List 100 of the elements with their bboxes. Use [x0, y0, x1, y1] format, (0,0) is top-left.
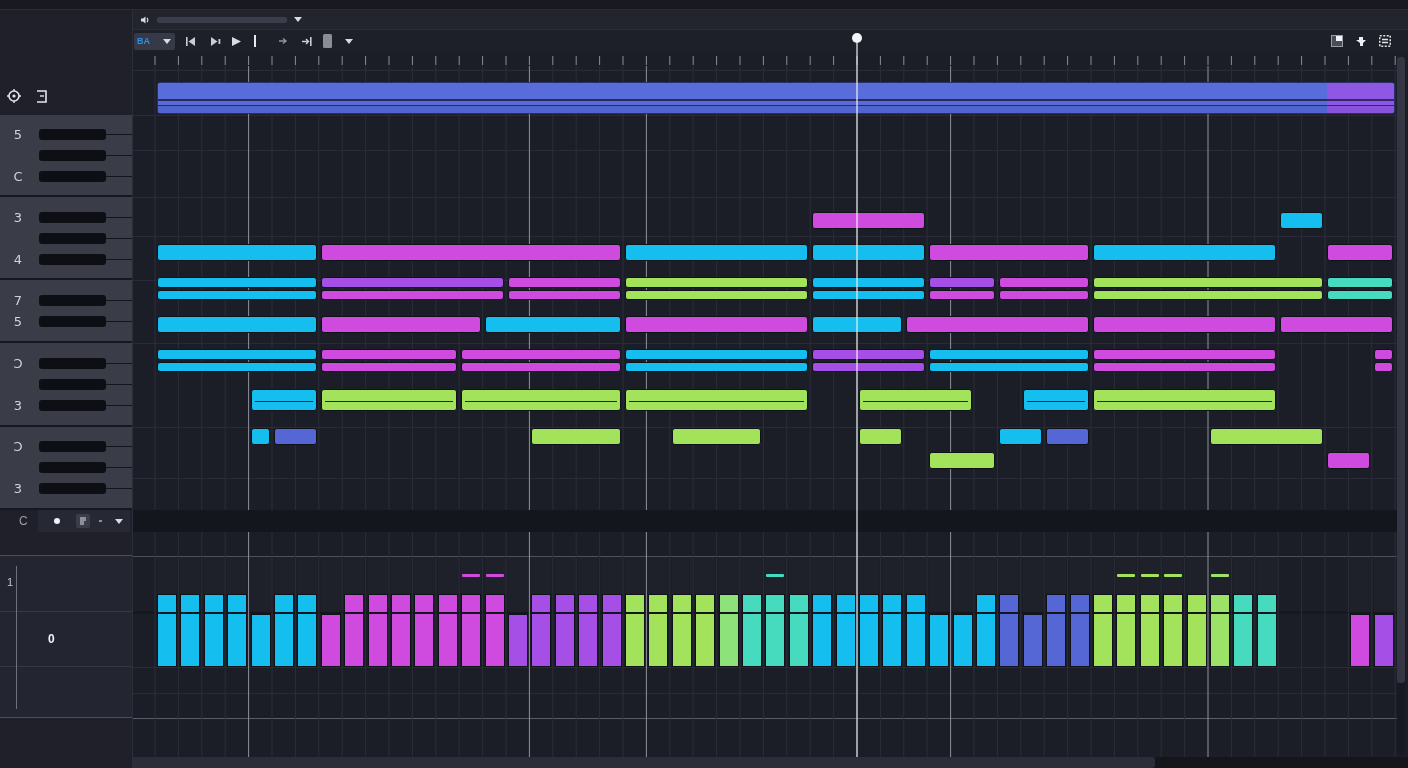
midi-note[interactable] — [157, 349, 317, 360]
midi-note[interactable] — [1093, 389, 1277, 411]
velocity-bar[interactable] — [484, 594, 505, 667]
velocity-bar[interactable] — [344, 594, 365, 667]
caret-icon[interactable] — [294, 17, 302, 22]
step-forward-icon[interactable] — [211, 36, 221, 46]
midi-note[interactable] — [508, 290, 621, 300]
midi-note[interactable] — [625, 316, 809, 333]
velocity-bar[interactable] — [1139, 594, 1160, 667]
midi-note[interactable] — [508, 277, 621, 288]
velocity-bar[interactable] — [625, 594, 645, 667]
velocity-bar[interactable] — [274, 594, 294, 667]
midi-note[interactable] — [812, 316, 902, 333]
midi-note[interactable] — [157, 316, 317, 333]
speaker-icon[interactable] — [140, 14, 150, 25]
midi-note[interactable] — [999, 428, 1043, 445]
velocity-bar[interactable] — [157, 594, 177, 667]
velocity-bar[interactable] — [788, 594, 809, 667]
timeline-ruler[interactable] — [154, 56, 1397, 65]
midi-note[interactable] — [320, 244, 621, 261]
midi-note[interactable] — [1280, 316, 1394, 333]
midi-note[interactable] — [157, 362, 317, 372]
midi-note[interactable] — [157, 244, 317, 261]
midi-note[interactable] — [671, 428, 762, 445]
midi-note[interactable] — [461, 362, 621, 372]
midi-note[interactable] — [157, 277, 317, 288]
velocity-bar[interactable] — [227, 594, 248, 667]
caret-icon[interactable] — [163, 38, 171, 44]
midi-note[interactable] — [250, 389, 317, 411]
velocity-bar[interactable] — [859, 594, 879, 667]
midi-note[interactable] — [250, 428, 270, 445]
velocity-bar[interactable] — [437, 594, 458, 667]
midi-note[interactable] — [1093, 277, 1323, 288]
velocity-bar[interactable] — [648, 594, 669, 667]
midi-note[interactable] — [1280, 212, 1323, 229]
midi-note[interactable] — [1327, 244, 1394, 261]
velocity-bar[interactable] — [742, 594, 762, 667]
midi-note[interactable] — [625, 389, 809, 411]
midi-note[interactable] — [531, 428, 621, 445]
velocity-bar[interactable] — [905, 594, 926, 667]
playhead-handle[interactable] — [852, 33, 862, 43]
velocity-bar[interactable] — [320, 614, 341, 667]
velocity-bar[interactable] — [391, 594, 411, 667]
caret-icon[interactable] — [345, 38, 353, 44]
velocity-bar[interactable] — [1233, 594, 1254, 667]
midi-note[interactable] — [625, 244, 809, 261]
midi-note[interactable] — [461, 349, 621, 360]
dot-icon[interactable] — [54, 518, 60, 524]
velocity-bar[interactable] — [718, 594, 739, 667]
velocity-bar[interactable] — [1350, 614, 1371, 667]
midi-note[interactable] — [1210, 428, 1323, 445]
midi-note[interactable] — [812, 212, 926, 229]
caret-icon[interactable] — [115, 518, 123, 524]
velocity-bar[interactable] — [1256, 594, 1277, 667]
velocity-bar[interactable] — [882, 594, 903, 667]
midi-note[interactable] — [1093, 244, 1277, 261]
velocity-bar[interactable] — [1210, 594, 1230, 667]
midi-note[interactable] — [1022, 389, 1089, 411]
midi-note[interactable] — [625, 277, 809, 288]
midi-note[interactable] — [929, 244, 1089, 261]
skip-back-icon[interactable] — [186, 36, 196, 46]
midi-note[interactable] — [859, 389, 972, 411]
velocity-bar[interactable] — [671, 594, 692, 667]
velocity-bar[interactable] — [250, 614, 271, 667]
midi-note[interactable] — [1327, 290, 1394, 300]
window-icon[interactable] — [1331, 35, 1343, 47]
snap-dropdown[interactable]: BA — [134, 32, 175, 50]
midi-note[interactable] — [1373, 362, 1394, 372]
midi-note[interactable] — [929, 349, 1089, 360]
midi-note[interactable] — [929, 290, 996, 300]
velocity-bar[interactable] — [952, 614, 973, 667]
dashed-frame-icon[interactable] — [1379, 35, 1391, 47]
midi-note[interactable] — [812, 290, 926, 300]
midi-note[interactable] — [1093, 349, 1277, 360]
midi-note[interactable] — [812, 277, 926, 288]
skip-forward-icon[interactable] — [302, 36, 312, 46]
midi-note[interactable] — [157, 290, 317, 300]
midi-note[interactable] — [320, 349, 458, 360]
midi-note[interactable] — [1093, 316, 1277, 333]
midi-note[interactable] — [625, 349, 809, 360]
selector-field[interactable] — [157, 16, 287, 23]
clip-region[interactable] — [157, 82, 1395, 114]
scrollbar-thumb[interactable] — [133, 757, 1155, 768]
velocity-bar[interactable] — [414, 594, 435, 667]
crosshair-icon[interactable] — [7, 89, 21, 103]
block-icon[interactable] — [76, 514, 90, 528]
velocity-bar[interactable] — [1163, 594, 1184, 667]
midi-note[interactable] — [320, 362, 458, 372]
midi-note[interactable] — [1093, 290, 1323, 300]
midi-note[interactable] — [929, 452, 996, 469]
pin-icon[interactable] — [1355, 35, 1367, 47]
midi-note[interactable] — [320, 389, 458, 411]
midi-note[interactable] — [1327, 277, 1394, 288]
midi-note[interactable] — [320, 316, 481, 333]
midi-note[interactable] — [1327, 452, 1370, 469]
velocity-bar[interactable] — [180, 594, 201, 667]
play-icon[interactable] — [232, 36, 241, 46]
midi-note[interactable] — [812, 244, 926, 261]
velocity-bar[interactable] — [929, 614, 950, 667]
velocity-bar[interactable] — [203, 594, 224, 667]
